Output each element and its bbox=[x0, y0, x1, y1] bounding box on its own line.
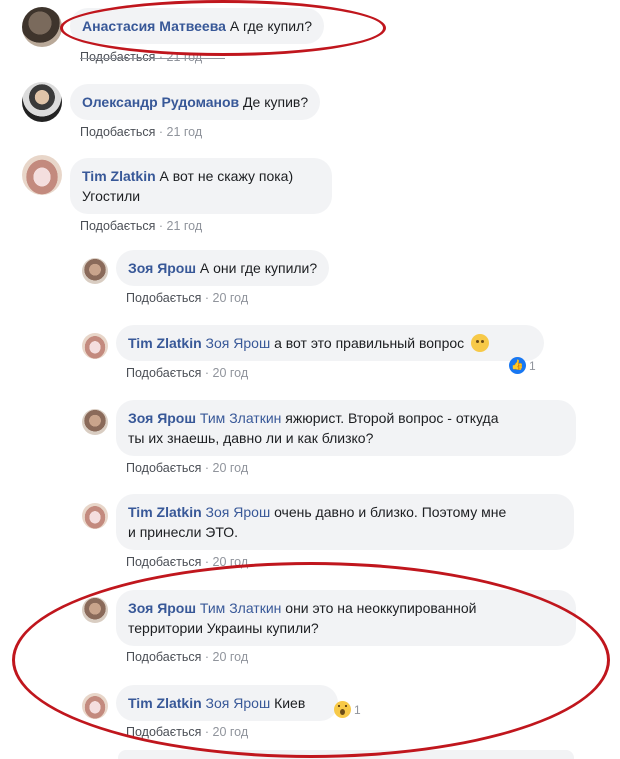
reply-time-4[interactable]: 20 год bbox=[213, 555, 249, 569]
comment-text-3b: Угостили bbox=[82, 188, 141, 204]
smile-emoji-icon bbox=[471, 334, 490, 352]
reply-author-2[interactable]: Tim Zlatkin bbox=[128, 335, 202, 351]
like-link-1[interactable]: Подобається bbox=[80, 50, 155, 64]
comment-time-3[interactable]: 21 год bbox=[167, 219, 203, 233]
reply-text-5b: территории Украины купили? bbox=[128, 620, 319, 636]
like-reaction-icon: 👍 bbox=[509, 357, 526, 374]
avatar-oleksandr[interactable] bbox=[22, 82, 62, 122]
reply-author-6[interactable]: Tim Zlatkin bbox=[128, 695, 202, 711]
like-link-3[interactable]: Подобається bbox=[80, 219, 155, 233]
reaction-count-6: 1 bbox=[354, 702, 361, 717]
reply-author-1[interactable]: Зоя Ярош bbox=[128, 260, 196, 276]
reply-bubble-3: Зоя Ярош Тим Златкин яжюрист. Второй воп… bbox=[116, 400, 576, 456]
avatar-zoya[interactable] bbox=[82, 409, 108, 435]
avatar-anastasia[interactable] bbox=[22, 7, 62, 47]
comment-meta-3: Подобається · 21 год bbox=[80, 219, 202, 233]
reply-time-2[interactable]: 20 год bbox=[213, 366, 249, 380]
avatar-zoya[interactable] bbox=[82, 597, 108, 623]
reply-meta-sep-1: · bbox=[204, 291, 210, 305]
reply-meta-sep-2: · bbox=[204, 366, 210, 380]
reply-meta-2: Подобається · 20 год bbox=[126, 366, 248, 380]
avatar-zoya[interactable] bbox=[82, 258, 108, 284]
reply-time-5[interactable]: 20 год bbox=[213, 650, 249, 664]
reaction-count-2: 1 bbox=[529, 358, 536, 373]
reply-meta-6: Подобається · 20 год bbox=[126, 725, 248, 739]
avatar-tim[interactable] bbox=[82, 333, 108, 359]
reply-time-6[interactable]: 20 год bbox=[213, 725, 249, 739]
reply-like-link-2[interactable]: Подобається bbox=[126, 366, 201, 380]
next-comment-bubble bbox=[118, 750, 574, 759]
reply-text-5: они это на неоккупированной bbox=[285, 600, 477, 616]
reply-mention-4[interactable]: Зоя Ярош bbox=[206, 504, 271, 520]
meta-sep-2: · bbox=[158, 125, 164, 139]
comment-meta-1: Подобається · 21 год bbox=[80, 50, 202, 64]
comment-meta-2: Подобається · 21 год bbox=[80, 125, 202, 139]
reply-like-link-6[interactable]: Подобається bbox=[126, 725, 201, 739]
comment-author-2[interactable]: Олександр Рудоманов bbox=[82, 94, 239, 110]
reply-like-link-3[interactable]: Подобається bbox=[126, 461, 201, 475]
reply-mention-2[interactable]: Зоя Ярош bbox=[206, 335, 271, 351]
reply-mention-5[interactable]: Тим Златкин bbox=[200, 600, 281, 616]
comment-text-1: А где купил? bbox=[229, 18, 313, 34]
comment-bubble-1: Анастасия Матвеева А где купил? bbox=[70, 8, 325, 44]
meta-sep-1: · bbox=[158, 50, 164, 64]
comment-author-1[interactable]: Анастасия Матвеева bbox=[82, 18, 226, 34]
wow-reaction-icon bbox=[334, 701, 351, 718]
reply-text-3b: ты их знаешь, давно ли и как близко? bbox=[128, 430, 374, 446]
reply-mention-6[interactable]: Зоя Ярош bbox=[206, 695, 271, 711]
reply-mention-3[interactable]: Тим Златкин bbox=[200, 410, 281, 426]
comment-bubble-3: Tim Zlatkin А вот не скажу пока) Угостил… bbox=[70, 158, 332, 214]
reply-text-1: А они где купили? bbox=[199, 260, 318, 276]
reply-text-6: Киев bbox=[274, 695, 306, 711]
reply-bubble-6: Tim Zlatkin Зоя Ярош Киев bbox=[116, 685, 338, 721]
reply-meta-sep-4: · bbox=[204, 555, 210, 569]
reply-text-3: яжюрист. Второй вопрос - откуда bbox=[285, 410, 499, 426]
reply-meta-3: Подобається · 20 год bbox=[126, 461, 248, 475]
reply-time-1[interactable]: 20 год bbox=[213, 291, 249, 305]
reply-bubble-5: Зоя Ярош Тим Златкин они это на неоккупи… bbox=[116, 590, 576, 646]
reply-author-4[interactable]: Tim Zlatkin bbox=[128, 504, 202, 520]
avatar-tim[interactable] bbox=[82, 503, 108, 529]
strikethrough-line bbox=[80, 58, 225, 59]
comment-time-1[interactable]: 21 год bbox=[167, 50, 203, 64]
reply-meta-4: Подобається · 20 год bbox=[126, 555, 248, 569]
reply-meta-1: Подобається · 20 год bbox=[126, 291, 248, 305]
reply-author-5[interactable]: Зоя Ярош bbox=[128, 600, 196, 616]
reply-bubble-1: Зоя Ярош А они где купили? bbox=[116, 250, 330, 286]
reply-text-4b: и принесли ЭТО. bbox=[128, 524, 239, 540]
comment-author-3[interactable]: Tim Zlatkin bbox=[82, 168, 156, 184]
like-link-2[interactable]: Подобається bbox=[80, 125, 155, 139]
reply-text-4: очень давно и близко. Поэтому мне bbox=[274, 504, 507, 520]
avatar-tim[interactable] bbox=[22, 155, 62, 195]
comment-bubble-2: Олександр Рудоманов Де купив? bbox=[70, 84, 321, 120]
reply-like-link-4[interactable]: Подобається bbox=[126, 555, 201, 569]
reaction-badge-2[interactable]: 👍 1 bbox=[509, 357, 536, 374]
reply-meta-sep-3: · bbox=[204, 461, 210, 475]
avatar-tim[interactable] bbox=[82, 693, 108, 719]
comment-time-2[interactable]: 21 год bbox=[167, 125, 203, 139]
reply-author-3[interactable]: Зоя Ярош bbox=[128, 410, 196, 426]
reply-meta-sep-5: · bbox=[204, 650, 210, 664]
reply-time-3[interactable]: 20 год bbox=[213, 461, 249, 475]
reply-meta-sep-6: · bbox=[204, 725, 210, 739]
reply-meta-5: Подобається · 20 год bbox=[126, 650, 248, 664]
comment-text-2: Де купив? bbox=[243, 94, 309, 110]
reaction-badge-6[interactable]: 1 bbox=[334, 701, 361, 718]
reply-bubble-4: Tim Zlatkin Зоя Ярош очень давно и близк… bbox=[116, 494, 574, 550]
reply-text-2: а вот это правильный вопрос bbox=[274, 335, 465, 351]
reply-bubble-2: Tim Zlatkin Зоя Ярош а вот это правильны… bbox=[116, 325, 544, 361]
reply-like-link-5[interactable]: Подобається bbox=[126, 650, 201, 664]
comment-text-3: А вот не скажу пока) bbox=[159, 168, 294, 184]
meta-sep-3: · bbox=[158, 219, 164, 233]
reply-like-link-1[interactable]: Подобається bbox=[126, 291, 201, 305]
